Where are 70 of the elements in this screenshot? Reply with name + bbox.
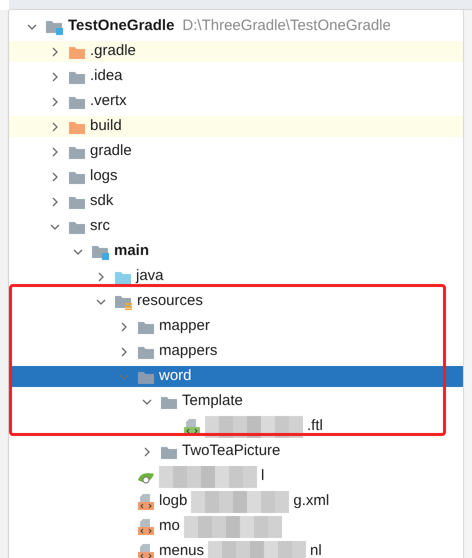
tree-row[interactable]: logs	[9, 166, 463, 187]
chevron-right-icon[interactable]	[50, 196, 60, 206]
tree-row[interactable]: menus nl	[9, 541, 463, 558]
item-label: sdk	[90, 191, 114, 212]
tree-row[interactable]: TwoTeaPicture	[9, 441, 463, 462]
item-label: build	[90, 116, 122, 136]
module-folder-icon	[91, 243, 110, 260]
chevron-right-icon[interactable]	[142, 446, 152, 456]
item-label: menus	[159, 541, 204, 558]
item-label: Template	[182, 391, 243, 412]
code-file-icon	[137, 518, 155, 536]
item-label: .ftl	[307, 416, 323, 436]
item-label: logb	[159, 491, 188, 512]
project-path: D:\ThreeGradle\TestOneGradle	[182, 16, 391, 36]
tree-row[interactable]: logb g.xml	[9, 491, 463, 512]
chevron-right-icon[interactable]	[50, 96, 60, 106]
item-label: g.xml	[293, 491, 330, 512]
chevron-down-icon[interactable]	[142, 396, 152, 406]
tree-row[interactable]: mappers	[9, 341, 463, 362]
tree-row[interactable]: .vertx	[9, 91, 463, 112]
item-label: mo	[159, 516, 180, 536]
module-folder-icon	[45, 18, 64, 35]
item-label: java	[136, 266, 164, 286]
code-file-icon	[137, 492, 155, 510]
item-label: gradle	[90, 141, 132, 162]
chevron-right-icon[interactable]	[96, 272, 106, 282]
tree-row[interactable]: mo	[9, 516, 463, 537]
item-label: resources	[137, 291, 203, 312]
tree-row[interactable]: gradle	[9, 141, 463, 162]
item-label: src	[90, 216, 110, 236]
item-label: nl	[310, 541, 322, 558]
item-label: .idea	[90, 66, 123, 86]
tree-row[interactable]: .idea	[9, 66, 463, 87]
code-file-icon	[137, 542, 155, 558]
item-label: TestOneGradle	[68, 16, 174, 36]
item-label: .gradle	[90, 41, 136, 62]
item-label: .vertx	[90, 91, 127, 112]
item-label: word	[159, 366, 192, 386]
tree-row[interactable]: build	[9, 116, 463, 137]
tree-row[interactable]: src	[9, 216, 463, 237]
tree-row[interactable]: TestOneGradle D:\ThreeGradle\TestOneGradle	[9, 16, 463, 37]
tree-row[interactable]: l	[9, 466, 463, 487]
item-label: TwoTeaPicture	[182, 441, 280, 462]
tree-row[interactable]: mapper	[9, 316, 463, 337]
chevron-down-icon[interactable]	[50, 222, 60, 232]
tree-row[interactable]: .ftl	[9, 416, 463, 437]
item-label: logs	[90, 166, 118, 186]
chevron-right-icon[interactable]	[50, 172, 60, 182]
chevron-right-icon[interactable]	[119, 346, 129, 356]
chevron-right-icon[interactable]	[50, 146, 60, 156]
chevron-right-icon[interactable]	[50, 46, 60, 56]
tree-row[interactable]: Template	[9, 391, 463, 412]
item-label: mapper	[159, 316, 210, 336]
tree-row[interactable]: java	[9, 266, 463, 287]
chevron-down-icon[interactable]	[27, 22, 37, 32]
tree-row[interactable]: main	[9, 241, 463, 262]
resources-folder-icon	[114, 293, 133, 310]
item-label: l	[261, 466, 264, 486]
item-label: main	[114, 241, 150, 262]
chevron-right-icon[interactable]	[119, 322, 129, 332]
tree-row[interactable]: word	[9, 366, 463, 387]
tree-row[interactable]: .gradle	[9, 41, 463, 62]
item-label: mappers	[159, 341, 218, 362]
chevron-right-icon[interactable]	[50, 72, 60, 82]
code-file-icon	[183, 418, 201, 436]
chevron-down-icon[interactable]	[73, 246, 83, 256]
tree-row[interactable]: resources	[9, 291, 463, 312]
chevron-right-icon[interactable]	[50, 122, 60, 132]
tree-row[interactable]: sdk	[9, 191, 463, 212]
chevron-down-icon[interactable]	[96, 296, 106, 306]
